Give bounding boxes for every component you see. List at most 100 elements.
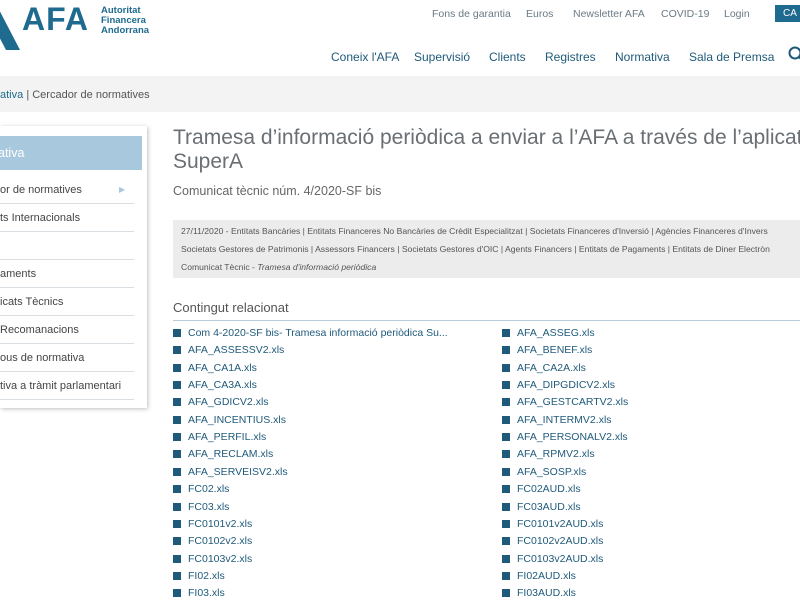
- sidebar-header[interactable]: ativa: [0, 136, 142, 170]
- nav-item-supervisio[interactable]: Supervisió: [414, 50, 470, 64]
- sidebar-item-tramit[interactable]: tiva a tràmit parlamentari: [0, 372, 134, 400]
- sidebar-item-recomanacions[interactable]: Recomanacions: [0, 316, 134, 344]
- file-bullet-icon: [502, 468, 510, 476]
- sidebar-item-reglaments[interactable]: aments: [0, 260, 134, 288]
- file-name: AFA_INTERMV2.xls: [517, 414, 612, 426]
- file-bullet-icon: [173, 572, 181, 580]
- file-bullet-icon: [502, 537, 510, 545]
- sidebar-item-comunicats[interactable]: icats Tècnics: [0, 288, 134, 316]
- file-bullet-icon: [173, 468, 181, 476]
- sidebar-item-label: ts Internacionals: [0, 212, 80, 224]
- search-icon[interactable]: [788, 46, 800, 64]
- file-bullet-icon: [502, 433, 510, 441]
- util-link-euros[interactable]: Euros: [526, 8, 553, 20]
- file-bullet-icon: [173, 450, 181, 458]
- sidebar-item-cercador[interactable]: or de normatives ▶: [0, 176, 134, 204]
- sidebar: ativa or de normatives ▶ ts Internaciona…: [0, 126, 147, 408]
- sidebar-header-label: ativa: [0, 136, 24, 170]
- file-bullet-icon: [502, 398, 510, 406]
- metadata-line-3: Comunicat Tècnic - Tramesa d'informació …: [181, 262, 376, 272]
- metadata-topic: Tramesa d'informació periòdica: [257, 262, 376, 272]
- file-bullet-icon: [173, 381, 181, 389]
- file-bullet-icon: [502, 520, 510, 528]
- file-bullet-icon: [173, 364, 181, 372]
- page-title-line-2: SuperA: [173, 150, 243, 173]
- metadata-line-2: Societats Gestores de Patrimonis | Asses…: [181, 244, 770, 254]
- file-name: AFA_GDICV2.xls: [188, 396, 269, 408]
- file-name: AFA_GESTCARTV2.xls: [517, 396, 628, 408]
- file-bullet-icon: [502, 485, 510, 493]
- sidebar-item-nous[interactable]: ous de normativa: [0, 344, 134, 372]
- file-bullet-icon: [502, 364, 510, 372]
- file-name: AFA_RECLAM.xls: [188, 448, 273, 460]
- nav-item-coneix[interactable]: Coneix l'AFA: [331, 50, 399, 64]
- file-name: FC0102v2.xls: [188, 535, 252, 547]
- metadata-box: 27/11/2020 - Entitats Bancàries | Entita…: [173, 220, 800, 278]
- file-bullet-icon: [502, 450, 510, 458]
- file-bullet-icon: [502, 572, 510, 580]
- file-bullet-icon: [502, 589, 510, 597]
- site-header: AFA Autoritat Financera Andorrana Fons d…: [0, 0, 800, 76]
- nav-item-clients[interactable]: Clients: [489, 50, 526, 64]
- file-name: FC0101v2.xls: [188, 518, 252, 530]
- file-bullet-icon: [502, 329, 510, 337]
- file-bullet-icon: [173, 537, 181, 545]
- metadata-type: Comunicat Tècnic -: [181, 262, 257, 272]
- file-name: FC0103v2AUD.xls: [517, 553, 603, 565]
- file-bullet-icon: [173, 416, 181, 424]
- file-name: AFA_PERFIL.xls: [188, 431, 266, 443]
- file-name: FC0102v2AUD.xls: [517, 535, 603, 547]
- file-bullet-icon: [173, 503, 181, 511]
- file-name: AFA_CA1A.xls: [188, 362, 257, 374]
- metadata-line-1: 27/11/2020 - Entitats Bancàries | Entita…: [181, 226, 768, 236]
- sidebar-item-label: tiva a tràmit parlamentari: [0, 380, 121, 392]
- file-bullet-icon: [173, 329, 181, 337]
- util-link-covid[interactable]: COVID-19: [661, 8, 709, 20]
- nav-item-normativa[interactable]: Normativa: [615, 50, 670, 64]
- language-button[interactable]: CA: [775, 5, 800, 22]
- file-bullet-icon: [173, 589, 181, 597]
- file-bullet-icon: [502, 503, 510, 511]
- file-name: AFA_DIPGDICV2.xls: [517, 379, 615, 391]
- util-link-fons-garantia[interactable]: Fons de garantia: [432, 8, 511, 20]
- file-bullet-icon: [173, 433, 181, 441]
- logo-sub-line-3: Andorrana: [101, 25, 149, 36]
- util-link-newsletter[interactable]: Newsletter AFA: [573, 8, 645, 20]
- file-name: FI03.xls: [188, 587, 225, 599]
- file-name: FI02AUD.xls: [517, 570, 576, 582]
- file-name: FC03AUD.xls: [517, 501, 581, 513]
- file-name: AFA_BENEF.xls: [517, 344, 592, 356]
- page-subtitle: Comunicat tècnic núm. 4/2020-SF bis: [173, 184, 381, 198]
- file-name: AFA_CA2A.xls: [517, 362, 586, 374]
- sidebar-item-label: Recomanacions: [0, 324, 79, 336]
- file-bullet-icon: [173, 346, 181, 354]
- page-title-line-1: Tramesa d’informació periòdica a enviar …: [173, 126, 800, 149]
- sidebar-item-internacionals[interactable]: ts Internacionals: [0, 204, 134, 232]
- sidebar-item-blank[interactable]: [0, 232, 134, 260]
- file-name: FC02AUD.xls: [517, 483, 581, 495]
- breadcrumb-separator: |: [26, 89, 29, 101]
- file-bullet-icon: [173, 485, 181, 493]
- file-bullet-icon: [502, 381, 510, 389]
- related-divider: [173, 320, 800, 321]
- util-link-login[interactable]: Login: [724, 8, 750, 20]
- sidebar-item-label: aments: [0, 268, 36, 280]
- sidebar-item-label: ous de normativa: [0, 352, 84, 364]
- breadcrumb-current: Cercador de normatives: [32, 89, 149, 101]
- file-name: FC0103v2.xls: [188, 553, 252, 565]
- file-name: AFA_CA3A.xls: [188, 379, 257, 391]
- file-bullet-icon: [173, 520, 181, 528]
- breadcrumb-link-normativa[interactable]: ativa: [0, 89, 23, 101]
- page-title: Tramesa d’informació periòdica a enviar …: [173, 126, 800, 174]
- file-bullet-icon: [173, 398, 181, 406]
- nav-item-sala-premsa[interactable]: Sala de Premsa: [689, 50, 774, 64]
- file-name: AFA_ASSEG.xls: [517, 327, 595, 339]
- file-name: AFA_ASSESSV2.xls: [188, 344, 284, 356]
- nav-item-registres[interactable]: Registres: [545, 50, 596, 64]
- file-name: Com 4-2020-SF bis- Tramesa informació pe…: [188, 327, 448, 339]
- file-name: AFA_RPMV2.xls: [517, 448, 595, 460]
- file-name: AFA_INCENTIUS.xls: [188, 414, 286, 426]
- file-bullet-icon: [173, 555, 181, 563]
- sidebar-item-label: or de normatives: [0, 184, 82, 196]
- file-name: FI02.xls: [188, 570, 225, 582]
